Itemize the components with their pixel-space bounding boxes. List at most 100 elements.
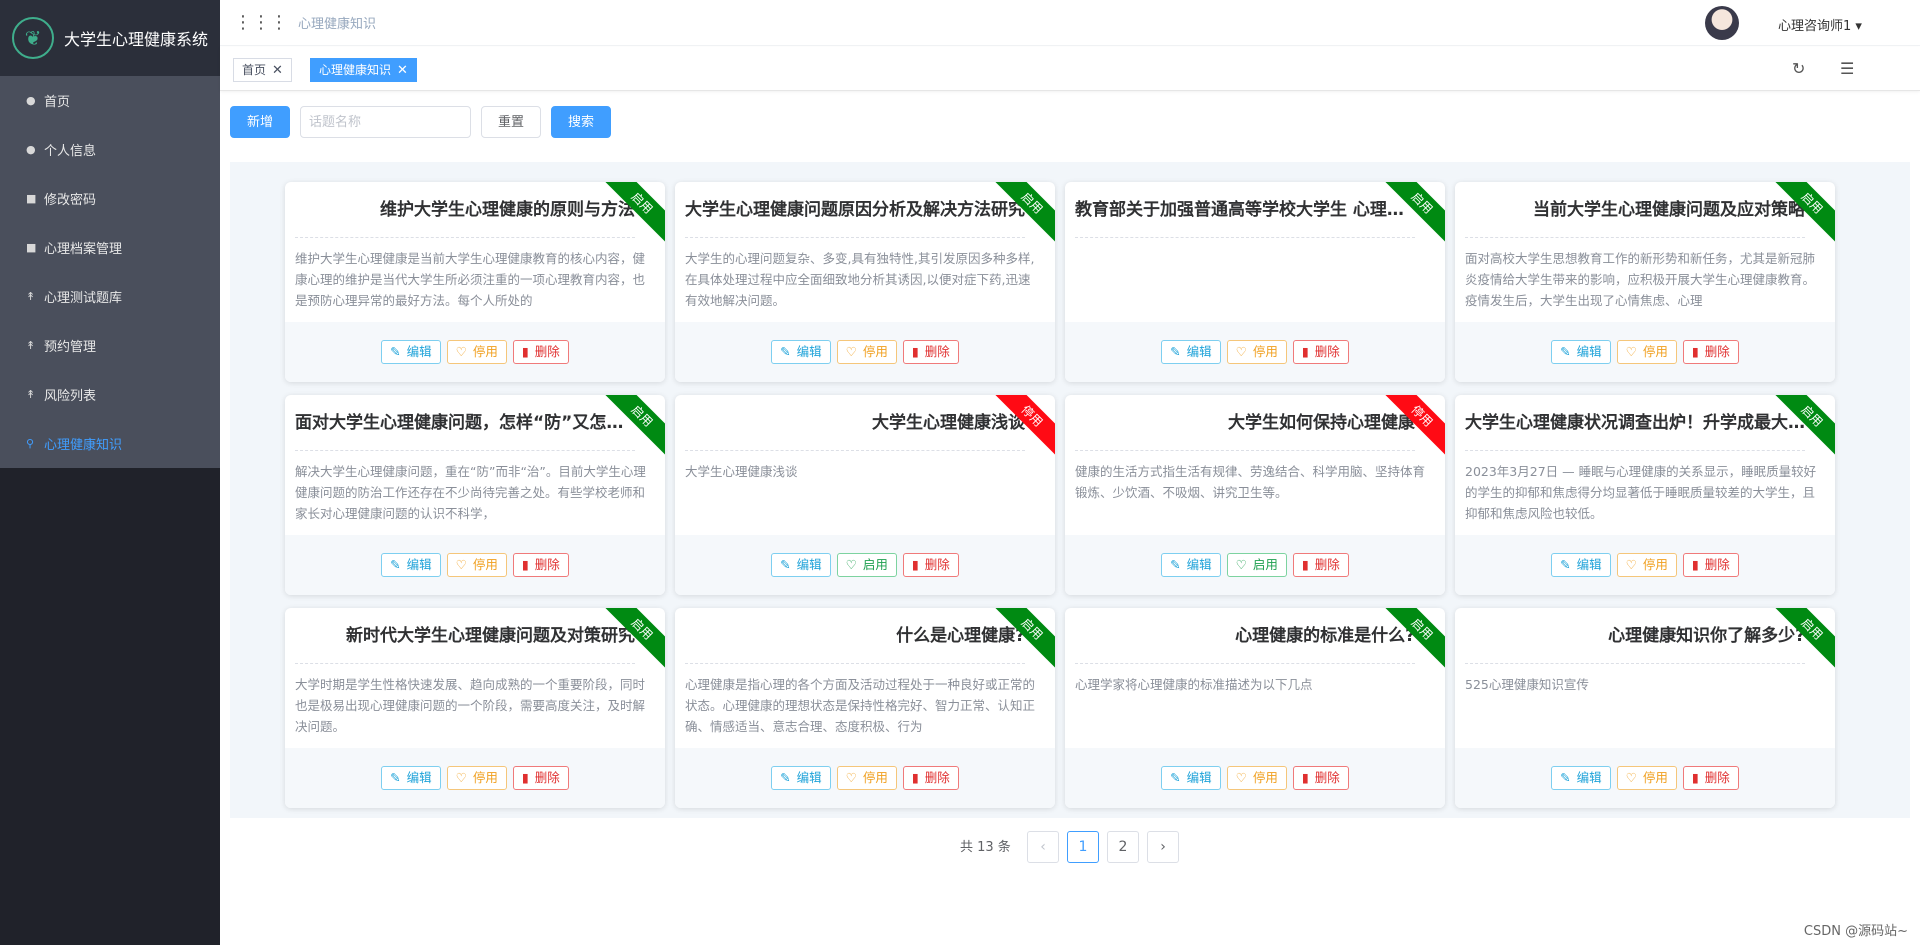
edit-label: 编辑: [1186, 558, 1212, 572]
card-actions: ✎ 编辑 ♡ 停用 ▮ 删除: [675, 748, 1055, 808]
edit-button[interactable]: ✎ 编辑: [381, 766, 441, 790]
sidebar-item-home[interactable]: ● 首页: [0, 76, 220, 125]
heart-icon: ♡: [1625, 771, 1637, 785]
knowledge-card: 心理健康的标准是什么? 启用 心理学家将心理健康的标准描述为以下几点 ✎ 编辑 ♡ 停用 ▮ 删…: [1065, 608, 1445, 808]
sidebar-item-profile[interactable]: ● 个人信息: [0, 125, 220, 174]
card-title[interactable]: 教育部关于加强普通高等学校大学生 心理健康教育工作的意见: [1075, 182, 1415, 238]
stop-button[interactable]: ♡ 停用: [446, 766, 507, 790]
sidebar-item-archives[interactable]: ■ 心理档案管理: [0, 223, 220, 272]
card-title[interactable]: 当前大学生心理健康问题及应对策略: [1465, 182, 1805, 238]
card-title[interactable]: 大学生心理健康浅谈: [685, 395, 1025, 451]
settings-sliders-icon[interactable]: ☰: [1840, 59, 1854, 78]
topic-search-input[interactable]: [300, 106, 471, 138]
close-icon[interactable]: ✕: [397, 63, 408, 78]
delete-button[interactable]: ▮ 删除: [902, 766, 959, 790]
sidebar-item-risk-list[interactable]: ↟ 风险列表: [0, 370, 220, 419]
card-actions: ✎ 编辑 ♡ 停用 ▮ 删除: [1065, 748, 1445, 808]
delete-button[interactable]: ▮ 删除: [1682, 340, 1739, 364]
delete-button[interactable]: ▮ 删除: [1292, 553, 1349, 577]
reset-button[interactable]: 重置: [481, 106, 541, 138]
avatar[interactable]: [1705, 6, 1739, 40]
edit-button[interactable]: ✎ 编辑: [1161, 553, 1221, 577]
tag-knowledge[interactable]: 心理健康知识 ✕: [310, 58, 417, 82]
card-title[interactable]: 心理健康的标准是什么?: [1075, 608, 1415, 664]
card-title[interactable]: 大学生心理健康问题原因分析及解决方法研究: [685, 182, 1025, 238]
knowledge-card-grid: 维护大学生心理健康的原则与方法 启用 维护大学生心理健康是当前大学生心理健康教育的核…: [230, 162, 1910, 818]
card-actions: ✎ 编辑 ♡ 停用 ▮ 删除: [1065, 322, 1445, 382]
stop-button[interactable]: ♡ 停用: [1226, 340, 1287, 364]
heart-icon: ♡: [1625, 345, 1637, 359]
sidebar-item-appointments[interactable]: ↟ 预约管理: [0, 321, 220, 370]
knowledge-card: 新时代大学生心理健康问题及对策研究 启用 大学时期是学生性格快速发展、趋向成熟的一个…: [285, 608, 665, 808]
stop-button[interactable]: ♡ 停用: [836, 340, 897, 364]
stop-label: 停用: [472, 771, 498, 785]
card-title[interactable]: 维护大学生心理健康的原则与方法: [295, 182, 635, 238]
edit-label: 编辑: [1186, 345, 1212, 359]
card-title[interactable]: 新时代大学生心理健康问题及对策研究: [295, 608, 635, 664]
delete-button[interactable]: ▮ 删除: [1292, 766, 1349, 790]
stop-button[interactable]: ♡ 停用: [1616, 766, 1677, 790]
grid-menu-icon[interactable]: ⋮⋮⋮: [234, 12, 288, 33]
delete-button[interactable]: ▮ 删除: [512, 340, 569, 364]
start-button[interactable]: ♡ 启用: [836, 553, 897, 577]
user-icon: ●: [26, 143, 36, 156]
stop-button[interactable]: ♡ 停用: [1226, 766, 1287, 790]
stop-button[interactable]: ♡ 停用: [1616, 553, 1677, 577]
card-title[interactable]: 什么是心理健康?: [685, 608, 1025, 664]
delete-button[interactable]: ▮ 删除: [1682, 766, 1739, 790]
delete-button[interactable]: ▮ 删除: [512, 766, 569, 790]
card-description: 维护大学生心理健康是当前大学生心理健康教育的核心内容，健康心理的维护是当代大学生…: [295, 251, 646, 308]
sidebar-item-question-bank[interactable]: ↟ 心理测试题库: [0, 272, 220, 321]
card-title[interactable]: 面对大学生心理健康问题，怎样“防”又怎样“治”: [295, 395, 635, 451]
edit-button[interactable]: ✎ 编辑: [1161, 766, 1221, 790]
delete-label: 删除: [924, 558, 950, 572]
close-icon[interactable]: ✕: [272, 63, 283, 78]
sidebar-item-password[interactable]: ■ 修改密码: [0, 174, 220, 223]
search-button[interactable]: 搜索: [551, 106, 611, 138]
edit-button[interactable]: ✎ 编辑: [771, 766, 831, 790]
edit-icon: ✎: [1170, 771, 1181, 785]
edit-icon: ✎: [390, 345, 401, 359]
page-2-button[interactable]: 2: [1107, 831, 1139, 863]
edit-button[interactable]: ✎ 编辑: [1161, 340, 1221, 364]
edit-button[interactable]: ✎ 编辑: [381, 340, 441, 364]
card-title[interactable]: 大学生心理健康状况调查出炉！升学成最大压力源: [1465, 395, 1805, 451]
stop-button[interactable]: ♡ 停用: [446, 553, 507, 577]
delete-button[interactable]: ▮ 删除: [1292, 340, 1349, 364]
card-title[interactable]: 心理健康知识你了解多少?: [1465, 608, 1805, 664]
add-button[interactable]: 新增: [230, 106, 290, 138]
start-button[interactable]: ♡ 启用: [1226, 553, 1287, 577]
delete-button[interactable]: ▮ 删除: [1682, 553, 1739, 577]
key-icon: ⚲: [26, 437, 35, 450]
edit-button[interactable]: ✎ 编辑: [1551, 340, 1611, 364]
card-title[interactable]: 大学生如何保持心理健康: [1075, 395, 1415, 451]
trash-icon: ▮: [911, 558, 919, 572]
tag-label: 首页: [242, 63, 267, 77]
edit-label: 编辑: [796, 345, 822, 359]
sidebar-item-knowledge[interactable]: ⚲ 心理健康知识: [0, 419, 220, 468]
refresh-icon[interactable]: ↻: [1792, 59, 1805, 78]
delete-button[interactable]: ▮ 删除: [902, 553, 959, 577]
card-actions: ✎ 编辑 ♡ 停用 ▮ 删除: [285, 748, 665, 808]
prev-page-button[interactable]: ‹: [1027, 831, 1059, 863]
delete-label: 删除: [1704, 345, 1730, 359]
edit-button[interactable]: ✎ 编辑: [1551, 553, 1611, 577]
knowledge-card: 当前大学生心理健康问题及应对策略 启用 面对高校大学生思想教育工作的新形势和新任务，…: [1455, 182, 1835, 382]
lock-icon: ■: [26, 192, 37, 205]
user-dropdown[interactable]: 心理咨询师1 ▾: [1778, 15, 1862, 34]
stop-button[interactable]: ♡ 停用: [836, 766, 897, 790]
delete-label: 删除: [1704, 558, 1730, 572]
delete-label: 删除: [534, 771, 560, 785]
edit-button[interactable]: ✎ 编辑: [1551, 766, 1611, 790]
delete-button[interactable]: ▮ 删除: [902, 340, 959, 364]
edit-button[interactable]: ✎ 编辑: [771, 340, 831, 364]
stop-button[interactable]: ♡ 停用: [1616, 340, 1677, 364]
edit-button[interactable]: ✎ 编辑: [771, 553, 831, 577]
card-description: 2023年3月27日 — 睡眠与心理健康的关系显示，睡眠质量较好的学生的抑郁和焦…: [1465, 464, 1817, 521]
delete-button[interactable]: ▮ 删除: [512, 553, 569, 577]
stop-button[interactable]: ♡ 停用: [446, 340, 507, 364]
next-page-button[interactable]: ›: [1147, 831, 1179, 863]
tag-home[interactable]: 首页 ✕: [233, 58, 292, 82]
page-1-button[interactable]: 1: [1067, 831, 1099, 863]
edit-button[interactable]: ✎ 编辑: [381, 553, 441, 577]
